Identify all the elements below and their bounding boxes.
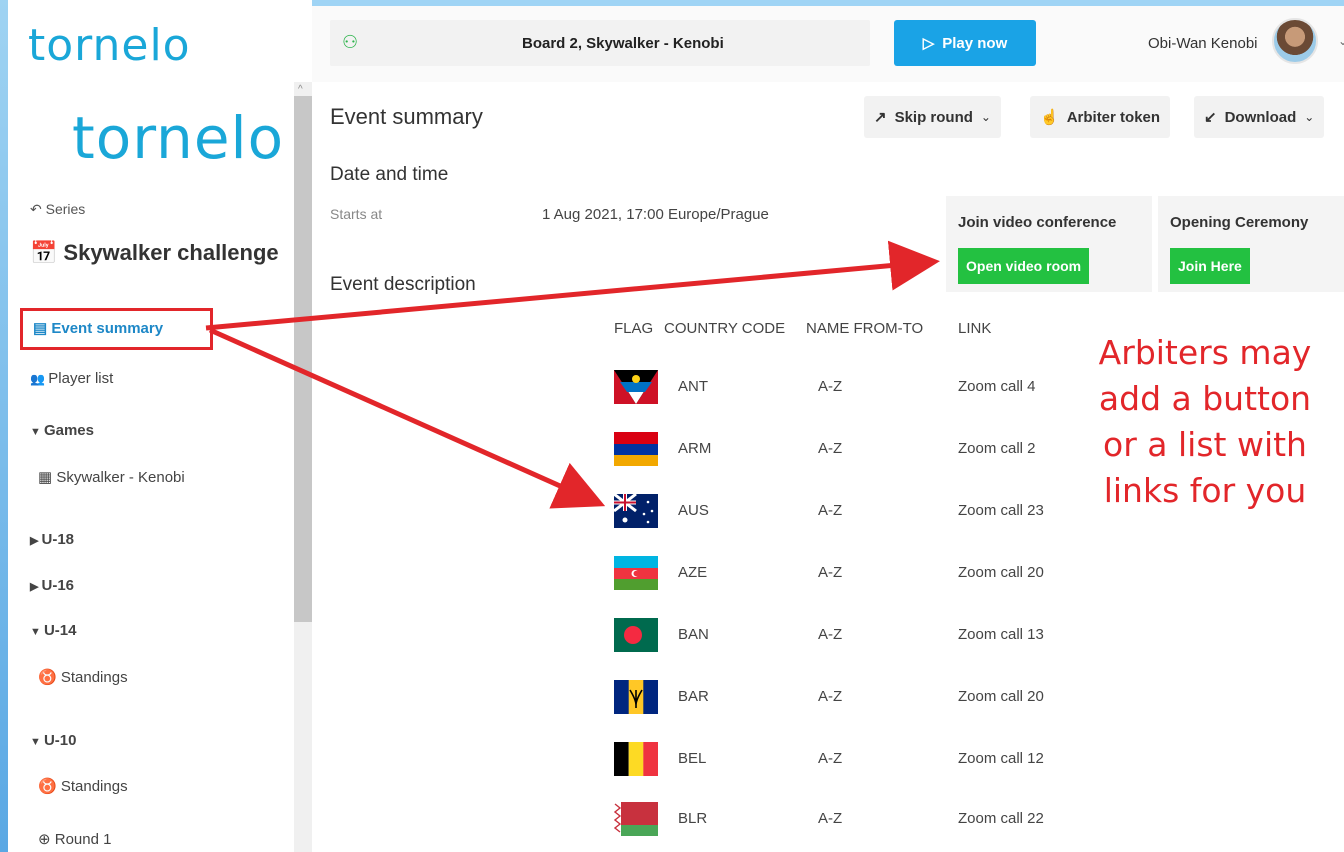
annotation-arrows <box>205 240 940 509</box>
arrow-to-video-room <box>205 240 940 331</box>
arrow-to-flag-list <box>208 327 606 509</box>
